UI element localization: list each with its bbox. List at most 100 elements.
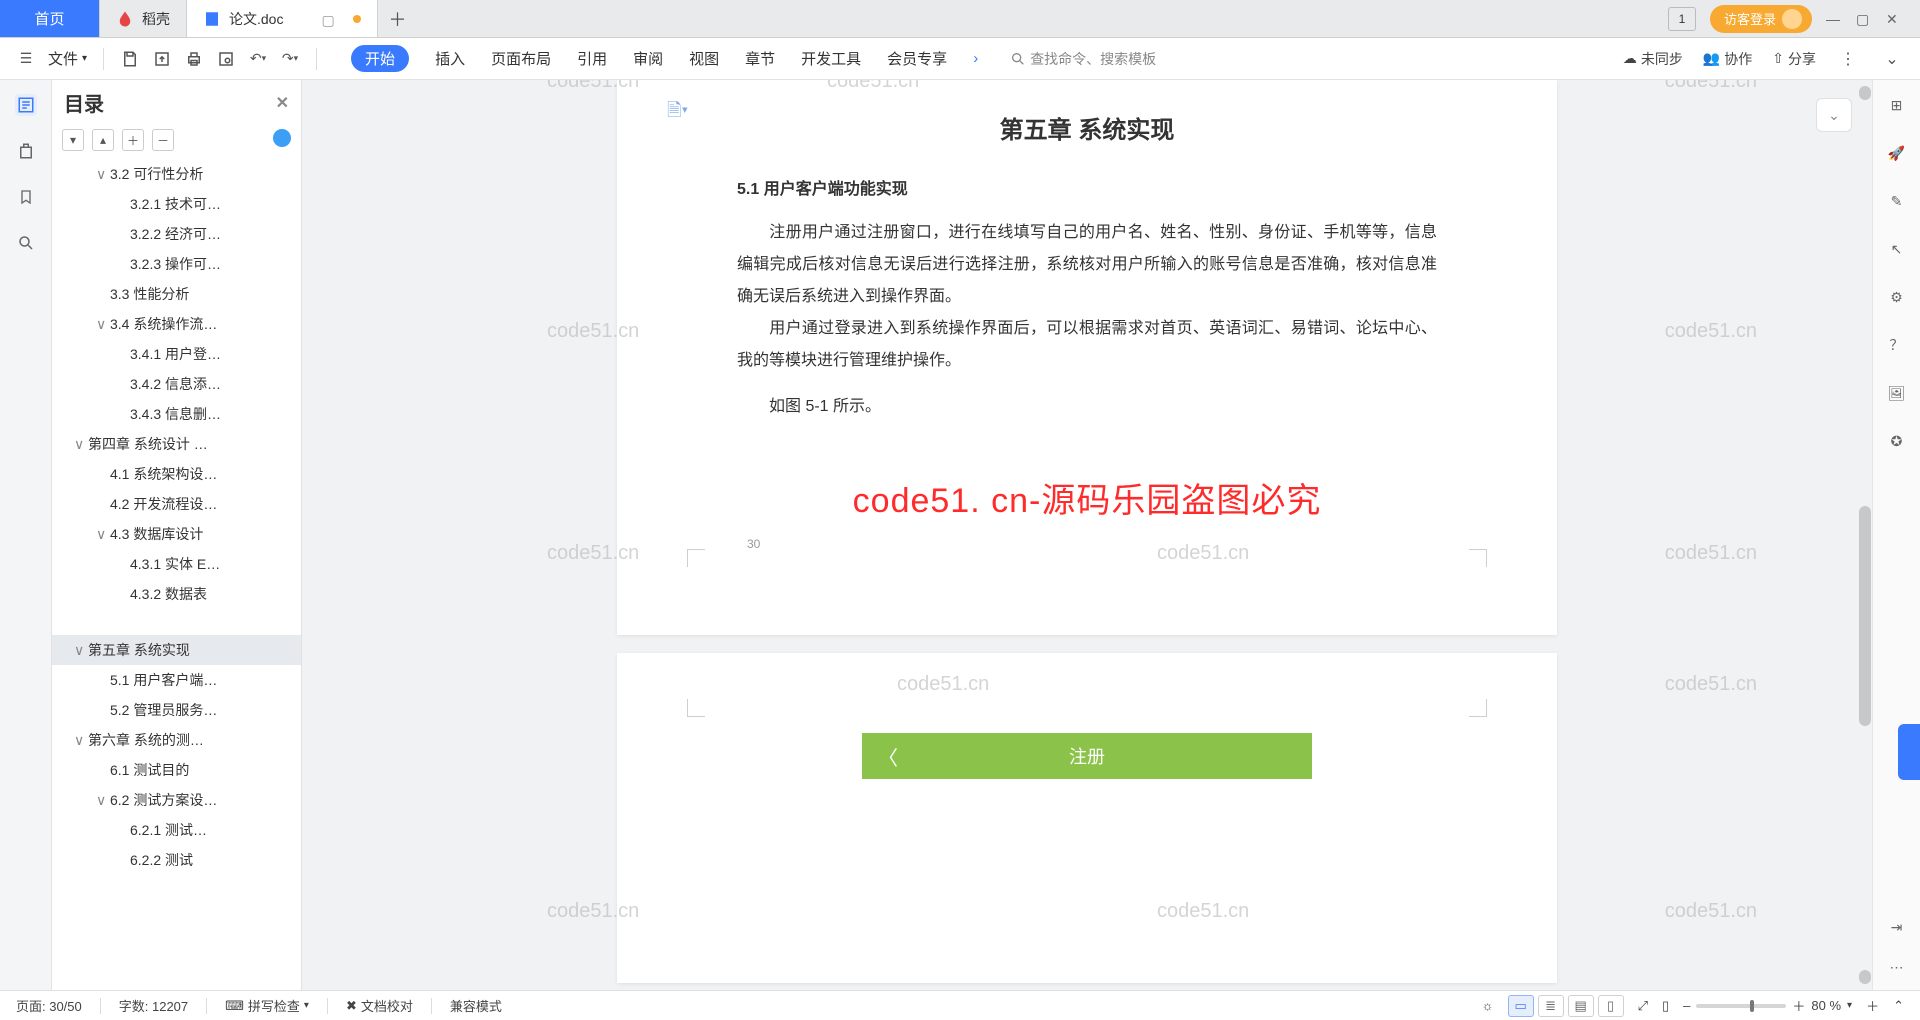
- ribbon-tab-insert[interactable]: 插入: [435, 48, 465, 69]
- zoom-out-icon[interactable]: –: [1683, 998, 1690, 1013]
- settings-slider-icon[interactable]: ⚙: [1886, 286, 1908, 308]
- zoom-control[interactable]: – ＋ 80 % ▾: [1683, 996, 1852, 1015]
- tab-document[interactable]: 论文.doc ▢: [187, 0, 378, 37]
- zoom-menu-icon[interactable]: ▾: [1847, 1000, 1852, 1011]
- help-icon[interactable]: ？: [1886, 334, 1908, 356]
- outline-item[interactable]: 4.1 系统架构设…: [52, 459, 301, 489]
- ribbon-tab-section[interactable]: 章节: [745, 48, 775, 69]
- scroll-up-icon[interactable]: [1859, 86, 1871, 100]
- outline-item[interactable]: 3.4.1 用户登…: [52, 339, 301, 369]
- print-icon[interactable]: [184, 49, 204, 69]
- rail-clip-icon[interactable]: [15, 140, 37, 162]
- add-node-icon[interactable]: ＋: [122, 129, 144, 151]
- cursor-icon[interactable]: ↖: [1886, 238, 1908, 260]
- back-icon[interactable]: 〈: [878, 742, 898, 771]
- scroll-thumb[interactable]: [1859, 506, 1871, 726]
- rail-search-icon[interactable]: [15, 232, 37, 254]
- outline-item[interactable]: 4.2 开发流程设…: [52, 489, 301, 519]
- outline-item[interactable]: 3.4.3 信息删…: [52, 399, 301, 429]
- grid-icon[interactable]: ⊞: [1886, 94, 1908, 116]
- file-menu[interactable]: 文件▾: [48, 48, 87, 69]
- close-icon[interactable]: ✕: [1886, 11, 1902, 27]
- guest-login-button[interactable]: 访客登录: [1710, 5, 1812, 33]
- zoom-slider[interactable]: [1696, 1004, 1786, 1008]
- status-words[interactable]: 字数: 12207: [119, 996, 188, 1015]
- ribbon-tab-vip[interactable]: 会员专享: [887, 48, 947, 69]
- remove-node-icon[interactable]: －: [152, 129, 174, 151]
- command-search[interactable]: 查找命令、搜索模板: [1010, 49, 1156, 69]
- view-outline-icon[interactable]: ≣: [1538, 995, 1564, 1017]
- outline-item[interactable]: 6.2.2 测试: [52, 845, 301, 875]
- zoom-in-icon[interactable]: ＋: [1792, 996, 1805, 1015]
- outline-item[interactable]: 6.1 测试目的: [52, 755, 301, 785]
- document-viewport[interactable]: ⌄ 🗎▾ 第五章 系统实现 5.1 用户客户端功能实现 注册用户通过注册窗口，进…: [302, 80, 1872, 990]
- ribbon-tab-ref[interactable]: 引用: [577, 48, 607, 69]
- preview-icon[interactable]: [216, 49, 236, 69]
- view-page-icon[interactable]: ▭: [1508, 995, 1534, 1017]
- outline-item[interactable]: 6.2.1 测试…: [52, 815, 301, 845]
- ribbon-tab-start[interactable]: 开始: [351, 45, 409, 72]
- ribbon-tab-dev[interactable]: 开发工具: [801, 48, 861, 69]
- outline-item[interactable]: ∨6.2 测试方案设…: [52, 785, 301, 815]
- scrollbar[interactable]: [1859, 86, 1871, 984]
- collab-button[interactable]: 👥协作: [1703, 49, 1752, 69]
- notification-badge[interactable]: 1: [1668, 7, 1696, 31]
- fit-icon[interactable]: ⤢: [1638, 998, 1648, 1014]
- image-icon[interactable]: 🖼: [1886, 382, 1908, 404]
- more-dots-icon[interactable]: ⋯: [1886, 956, 1908, 978]
- export-icon[interactable]: [152, 49, 172, 69]
- tab-docke[interactable]: 稻壳: [100, 0, 187, 37]
- outline-item[interactable]: 3.4.2 信息添…: [52, 369, 301, 399]
- outline-item[interactable]: 3.2.2 经济可…: [52, 219, 301, 249]
- status-spell[interactable]: ⌨拼写检查▾: [225, 996, 309, 1015]
- redo-icon[interactable]: ↷▾: [280, 49, 300, 69]
- outline-tree[interactable]: ∨3.2 可行性分析3.2.1 技术可…3.2.2 经济可…3.2.3 操作可……: [52, 159, 301, 990]
- compass-icon[interactable]: ✪: [1886, 430, 1908, 452]
- outline-item[interactable]: ∨第六章 系统的测…: [52, 725, 301, 755]
- outline-item[interactable]: 3.2.1 技术可…: [52, 189, 301, 219]
- collapse-right-icon[interactable]: ⇥: [1886, 916, 1908, 938]
- sync-button[interactable]: ☁未同步: [1623, 49, 1683, 69]
- scroll-down-icon[interactable]: [1859, 970, 1871, 984]
- outline-item[interactable]: 4.3.2 数据表: [52, 579, 301, 609]
- undo-icon[interactable]: ↶▾: [248, 49, 268, 69]
- side-tab-icon[interactable]: [1898, 724, 1920, 780]
- new-tab-button[interactable]: ＋: [378, 0, 416, 37]
- outline-item[interactable]: 5.1 用户客户端…: [52, 665, 301, 695]
- save-icon[interactable]: [120, 49, 140, 69]
- outline-sync-icon[interactable]: [273, 129, 291, 147]
- outline-item[interactable]: ∨3.4 系统操作流…: [52, 309, 301, 339]
- outline-item[interactable]: 3.2.3 操作可…: [52, 249, 301, 279]
- outline-close-icon[interactable]: ✕: [276, 93, 289, 113]
- ribbon-tab-view[interactable]: 视图: [689, 48, 719, 69]
- rail-outline-icon[interactable]: [15, 94, 37, 116]
- rocket-icon[interactable]: 🚀: [1886, 142, 1908, 164]
- rail-bookmark-icon[interactable]: [15, 186, 37, 208]
- ruler-icon[interactable]: ▯: [1662, 998, 1669, 1014]
- maximize-icon[interactable]: ▢: [1856, 11, 1872, 27]
- expand-all-icon[interactable]: ▴: [92, 129, 114, 151]
- status-page[interactable]: 页面: 30/50: [16, 996, 82, 1015]
- view-web-icon[interactable]: ▤: [1568, 995, 1594, 1017]
- share-button[interactable]: ⇧分享: [1772, 49, 1816, 69]
- ribbon-tab-review[interactable]: 审阅: [633, 48, 663, 69]
- ribbon-collapse-icon[interactable]: ⌄: [1880, 49, 1904, 69]
- ribbon-kebab-icon[interactable]: ⋮: [1836, 49, 1860, 69]
- tab-home[interactable]: 首页: [0, 0, 100, 37]
- register-bar[interactable]: 〈 注册: [862, 733, 1312, 779]
- expand-status-icon[interactable]: ⌃: [1893, 998, 1904, 1014]
- minimize-icon[interactable]: ―: [1826, 11, 1842, 27]
- outline-item[interactable]: 3.3 性能分析: [52, 279, 301, 309]
- pen-icon[interactable]: ✎: [1886, 190, 1908, 212]
- outline-item[interactable]: ∨第五章 系统实现: [52, 635, 301, 665]
- outline-item[interactable]: ∨3.2 可行性分析: [52, 159, 301, 189]
- status-compat[interactable]: 兼容模式: [450, 996, 502, 1015]
- status-proof[interactable]: ✖文档校对: [346, 996, 413, 1015]
- brightness-icon[interactable]: ☼: [1482, 998, 1494, 1013]
- add-panel-icon[interactable]: ＋: [1866, 996, 1879, 1015]
- menu-icon[interactable]: ☰: [16, 49, 36, 69]
- ribbon-more-icon[interactable]: ›: [973, 50, 978, 67]
- ribbon-tab-layout[interactable]: 页面布局: [491, 48, 551, 69]
- outline-item[interactable]: ∨第四章 系统设计 …: [52, 429, 301, 459]
- collapse-all-icon[interactable]: ▾: [62, 129, 84, 151]
